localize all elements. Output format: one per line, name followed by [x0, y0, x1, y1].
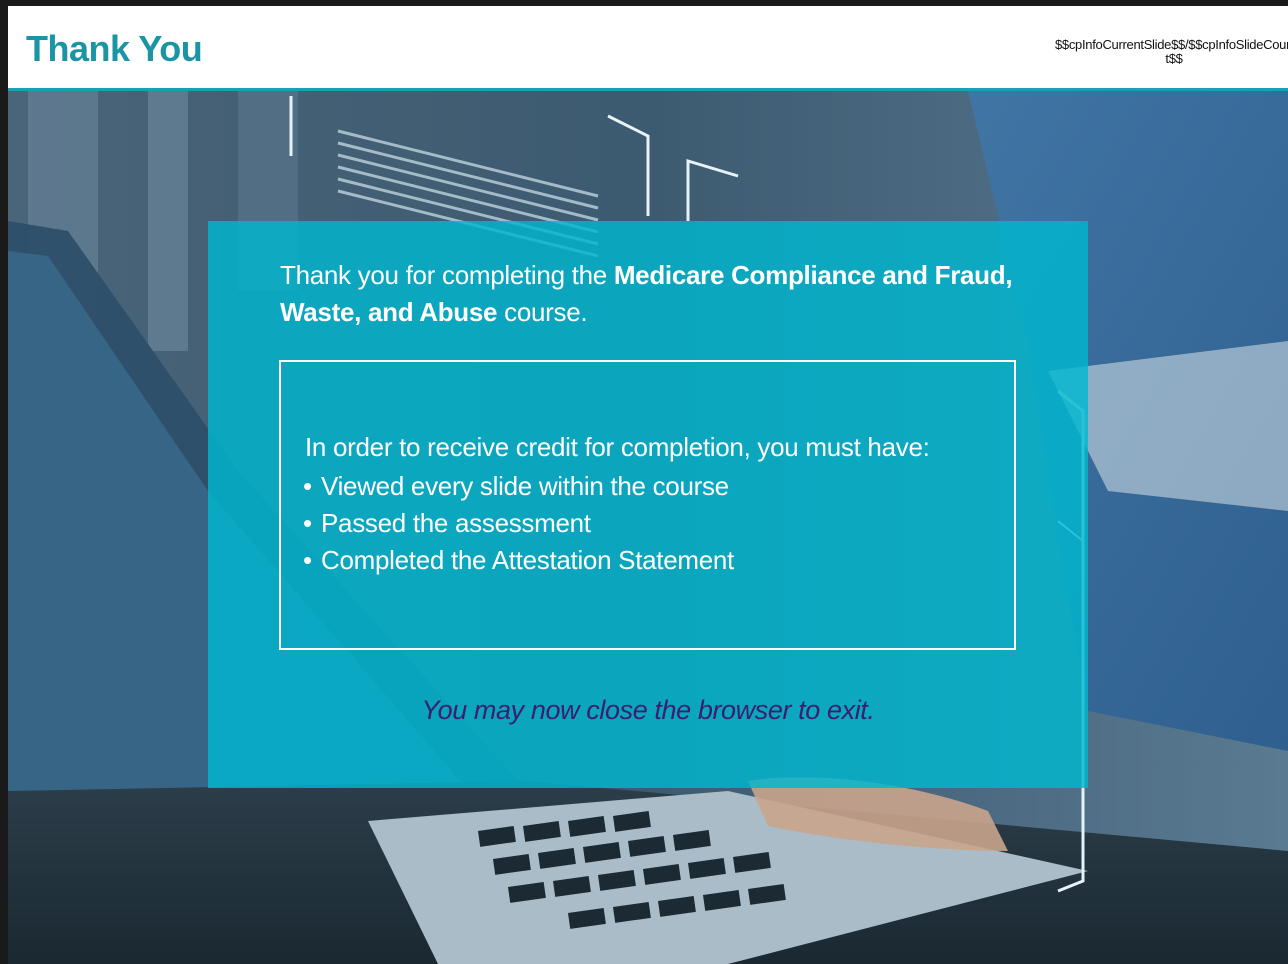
- list-item: • Completed the Attestation Statement: [297, 542, 734, 579]
- thank-you-card: Thank you for completing the Medicare Co…: [208, 221, 1088, 788]
- bullet-icon: •: [303, 508, 312, 538]
- requirement-text: Completed the Attestation Statement: [321, 545, 734, 575]
- exit-message: You may now close the browser to exit.: [421, 695, 875, 725]
- slide-header: Thank You $$cpInfoCurrentSlide$$/$$cpInf…: [8, 6, 1288, 91]
- slide-counter: $$cpInfoCurrentSlide$$/$$cpInfoSlideCoun…: [1054, 37, 1288, 66]
- list-item: • Viewed every slide within the course: [297, 468, 734, 505]
- requirement-text: Viewed every slide within the course: [321, 471, 729, 501]
- background-photo: Thank you for completing the Medicare Co…: [8, 91, 1288, 964]
- slide-frame: Thank You $$cpInfoCurrentSlide$$/$$cpInf…: [0, 0, 1288, 964]
- page-title: Thank You: [26, 28, 203, 69]
- requirement-text: Passed the assessment: [321, 508, 591, 538]
- intro-text: Thank you for completing the Medicare Co…: [280, 257, 1040, 331]
- requirements-list: • Viewed every slide within the course • P…: [297, 468, 734, 579]
- intro-prefix: Thank you for completing the: [280, 260, 614, 290]
- list-item: • Passed the assessment: [297, 505, 734, 542]
- requirements-heading: In order to receive credit for completio…: [305, 432, 930, 462]
- bullet-icon: •: [303, 545, 312, 575]
- intro-suffix: course.: [497, 297, 588, 327]
- requirements-box: In order to receive credit for completio…: [279, 360, 1016, 650]
- bullet-icon: •: [303, 471, 312, 501]
